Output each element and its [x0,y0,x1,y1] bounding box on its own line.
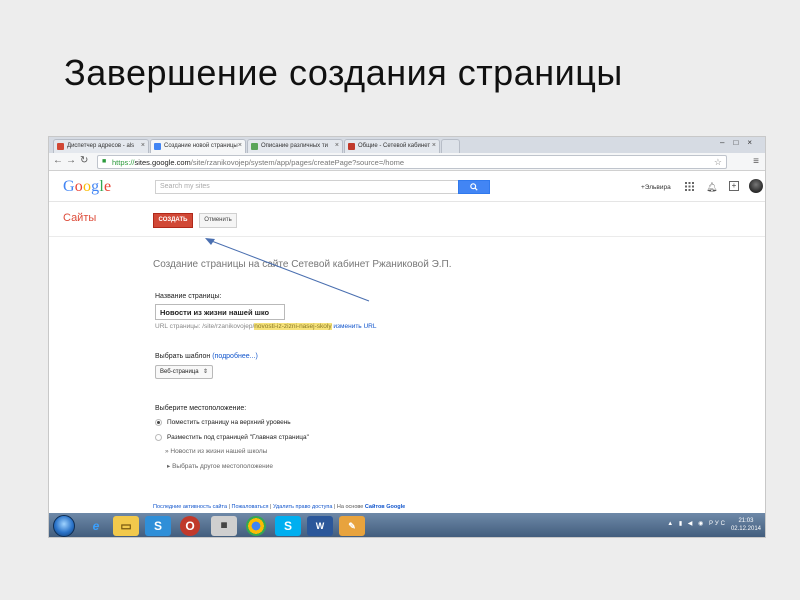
skype-app-icon[interactable]: S [275,516,301,536]
google-logo[interactable]: Google [63,178,111,196]
logo-letter: e [104,178,112,195]
page-heading: Создание страницы на сайте Сетевой кабин… [153,259,452,270]
skype-icon[interactable]: S [145,516,171,536]
search-input[interactable]: Search my sites [155,180,459,194]
template-more-link[interactable]: (подробнее...) [212,353,258,360]
address-bar[interactable]: ■ https://sites.google.com/site/rzanikov… [97,155,727,169]
search-icon [470,183,478,191]
google-header: Google Search my sites +Эльвира 🔔︎ + [49,172,765,202]
location-label: Выберите местоположение: [155,405,247,412]
tab-description[interactable]: Описание различных ти × [247,139,343,153]
avatar[interactable] [749,179,763,193]
star-icon[interactable]: ☆ [714,157,722,168]
windows-taskbar: e ▭ S O ▦ S W ✎ ▲ ▮ ◀ ◉ РУС 21:03 02.12.… [49,513,765,537]
clock[interactable]: 21:03 02.12.2014 [731,517,761,533]
plus-icon[interactable]: + [729,181,739,191]
page-icon [251,143,258,150]
parent-page-item: » Новости из жизни нашей школы [165,448,268,455]
select-arrows-icon: ⇕ [202,369,208,375]
apps-icon[interactable] [685,182,694,191]
create-button[interactable]: СОЗДАТЬ [153,213,193,228]
page-url-line: URL страницы: /site/rzanikovojep/novosti… [155,323,377,330]
address-row: ← → ↻ ■ https://sites.google.com/site/rz… [49,153,765,171]
logo-letter: o [82,178,92,195]
search-button[interactable] [458,180,490,194]
logo-letter: G [63,178,75,195]
option-under-home[interactable]: Разместить под страницей "Главная страни… [167,434,309,441]
app-icon[interactable]: ▦ [211,516,237,536]
word-icon[interactable]: W [307,516,333,536]
choose-location-link[interactable]: ▸ Выбрать другое местоположение [167,462,273,470]
footer-powered: На основе [336,504,364,510]
cancel-button[interactable]: Отменить [199,213,237,228]
footer-report-link[interactable]: Пожаловаться [232,504,269,510]
tab-create-page[interactable]: Создание новой страницы × [150,139,246,153]
close-icon[interactable]: × [335,142,339,149]
radio-top-level[interactable] [155,419,162,426]
logo-letter: o [74,178,83,195]
sites-toolbar: Сайты СОЗДАТЬ Отменить [49,203,765,237]
url-host: sites.google.com [134,158,191,167]
ie-icon[interactable]: e [83,516,109,536]
tab-label: Создание новой страницы [164,143,238,149]
radio-under-home[interactable] [155,434,162,441]
tab-label: Общие - Сетевой кабинет [358,143,431,149]
chrome-icon[interactable] [246,516,266,536]
change-url-link[interactable]: изменить URL [333,323,376,330]
start-button[interactable] [53,515,75,537]
bell-icon[interactable]: 🔔︎ [706,182,717,193]
gmail-icon [57,143,64,150]
close-icon[interactable]: × [141,142,145,149]
footer-remove-access-link[interactable]: Удалить право доступа [273,504,332,510]
forward-icon[interactable]: → [66,155,76,166]
user-link[interactable]: +Эльвира [641,184,671,191]
window-controls[interactable]: –□× [720,138,761,147]
lock-icon: ■ [102,158,107,165]
url-scheme: https:// [112,158,135,167]
tab-general[interactable]: Общие - Сетевой кабинет × [344,139,440,153]
menu-icon[interactable]: ≡ [753,156,759,167]
footer-brand-link[interactable]: Сайтов Google [365,504,405,510]
slide-title: Завершение создания страницы [64,52,623,93]
tab-strip: Диспетчер адресов - als × Создание новой… [49,137,765,153]
paint-icon[interactable]: ✎ [339,516,365,536]
clock-time: 21:03 [738,518,754,524]
language-indicator[interactable]: РУС [709,521,727,527]
tab-label: Диспетчер адресов - als [67,143,135,149]
shield-icon [348,143,355,150]
opera-icon[interactable]: O [180,516,200,536]
template-select[interactable]: Веб-страница ⇕ [155,365,213,379]
site-footer: Последние активность сайта | Пожаловатьс… [153,504,406,510]
page-name-label: Название страницы: [155,293,222,300]
url-path: /site/rzanikovojep/system/app/pages/crea… [190,158,405,167]
template-label-text: Выбрать шаблон [155,353,211,360]
back-icon[interactable]: ← [53,155,63,166]
template-value: Веб-страница [160,369,199,375]
sites-title[interactable]: Сайты [63,212,96,224]
template-label: Выбрать шаблон (подробнее...) [155,353,258,360]
url-prefix: URL страницы: /site/rzanikovojep/ [155,323,255,330]
new-tab-button[interactable] [441,139,460,153]
reload-icon[interactable]: ↻ [80,155,88,166]
tab-gmail[interactable]: Диспетчер адресов - als × [53,139,149,153]
close-icon[interactable]: × [432,142,436,149]
footer-activity-link[interactable]: Последние активность сайта [153,504,227,510]
tab-label: Описание различных ти [261,143,328,149]
sites-icon [154,143,161,150]
explorer-icon[interactable]: ▭ [113,516,139,536]
url-slug: novosti-iz-zizni-nasej-skoly [254,323,332,330]
page-name-input[interactable]: Новости из жизни нашей шко [155,304,285,320]
option-top-level[interactable]: Поместить страницу на верхний уровень [167,419,291,426]
clock-date: 02.12.2014 [730,526,761,532]
close-icon[interactable]: × [238,142,242,149]
system-tray[interactable]: ▲ ▮ ◀ ◉ РУС [667,520,727,527]
browser-screenshot: Диспетчер адресов - als × Создание новой… [48,136,766,538]
